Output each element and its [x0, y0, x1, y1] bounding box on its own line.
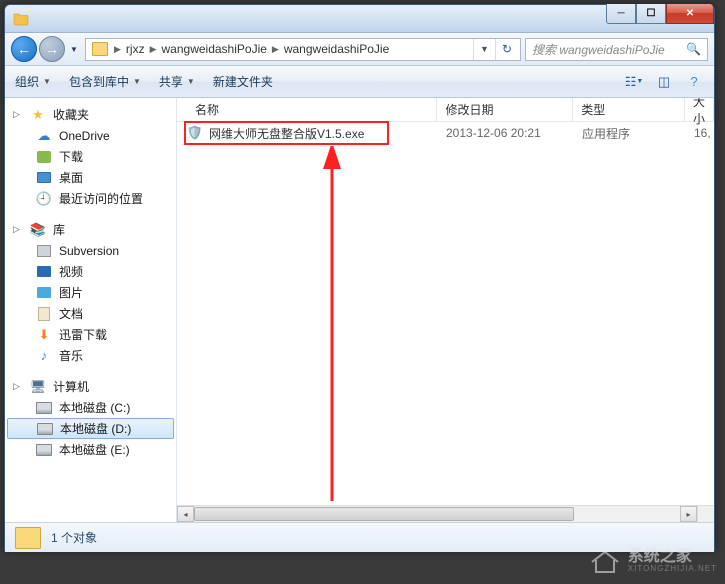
include-library-button[interactable]: 包含到库中▼: [69, 73, 141, 90]
sidebar-libraries[interactable]: ▷📚库: [5, 219, 176, 240]
search-icon[interactable]: 🔍: [686, 42, 701, 56]
maximize-button[interactable]: ☐: [636, 4, 666, 24]
address-bar[interactable]: ▶ rjxz ▶ wangweidashiPoJie ▶ wangweidash…: [85, 38, 521, 61]
file-list: 名称 修改日期 类型 大小 🛡️ 网维大师无盘整合版V1.5.exe 2013-1…: [177, 98, 714, 522]
sidebar-item-onedrive[interactable]: ☁OneDrive: [5, 125, 176, 146]
watermark-logo-icon: [588, 546, 622, 576]
close-button[interactable]: ✕: [666, 4, 714, 24]
minimize-button[interactable]: ─: [606, 4, 636, 24]
breadcrumb-segment[interactable]: rjxz: [123, 42, 148, 56]
toolbar: 组织▼ 包含到库中▼ 共享▼ 新建文件夹 ☷ ▼ ◫ ?: [5, 66, 714, 98]
sidebar-item-thunder[interactable]: ⬇迅雷下载: [5, 324, 176, 345]
main-area: ▷★收藏夹 ☁OneDrive 下载 桌面 🕘最近访问的位置 ▷📚库 Subve…: [5, 98, 714, 522]
sidebar-item-drive-d[interactable]: 本地磁盘 (D:): [7, 418, 174, 439]
status-count: 1 个对象: [51, 529, 97, 546]
annotation-arrow-icon: [317, 146, 347, 506]
refresh-button[interactable]: ↻: [495, 39, 518, 60]
sidebar-item-music[interactable]: ♪音乐: [5, 345, 176, 366]
scroll-thumb[interactable]: [194, 507, 574, 521]
search-input[interactable]: 搜索 wangweidashiPoJie 🔍: [525, 38, 708, 61]
file-date: 2013-12-06 20:21: [438, 126, 574, 140]
sidebar-item-pictures[interactable]: 图片: [5, 282, 176, 303]
sidebar: ▷★收藏夹 ☁OneDrive 下载 桌面 🕘最近访问的位置 ▷📚库 Subve…: [5, 98, 177, 522]
sidebar-item-documents[interactable]: 文档: [5, 303, 176, 324]
sidebar-item-drive-c[interactable]: 本地磁盘 (C:): [5, 397, 176, 418]
sidebar-item-drive-e[interactable]: 本地磁盘 (E:): [5, 439, 176, 460]
titlebar[interactable]: ─ ☐ ✕: [5, 5, 714, 33]
chevron-right-icon[interactable]: ▶: [148, 44, 159, 55]
file-size: 16,: [686, 126, 714, 140]
file-type: 应用程序: [574, 125, 686, 142]
column-headers: 名称 修改日期 类型 大小: [177, 98, 714, 122]
sidebar-item-recent[interactable]: 🕘最近访问的位置: [5, 188, 176, 209]
sidebar-favorites[interactable]: ▷★收藏夹: [5, 104, 176, 125]
watermark-title: 系统之家: [628, 548, 717, 566]
column-type[interactable]: 类型: [573, 98, 685, 121]
watermark-url: XITONGZHIJIA.NET: [628, 565, 717, 574]
organize-button[interactable]: 组织▼: [15, 73, 51, 90]
search-placeholder: 搜索 wangweidashiPoJie: [532, 41, 665, 58]
view-options-button[interactable]: ☷ ▼: [624, 73, 644, 91]
scroll-right-button[interactable]: ▸: [680, 506, 697, 522]
folder-icon: [13, 11, 29, 27]
exe-icon: 🛡️: [187, 125, 203, 141]
folder-icon: [15, 527, 41, 549]
sidebar-computer[interactable]: ▷🖥计算机: [5, 376, 176, 397]
breadcrumb-segment[interactable]: wangweidashiPoJie: [159, 42, 270, 56]
share-button[interactable]: 共享▼: [159, 73, 195, 90]
chevron-right-icon[interactable]: ▶: [112, 44, 123, 55]
history-dropdown[interactable]: ▼: [67, 39, 81, 59]
file-row[interactable]: 🛡️ 网维大师无盘整合版V1.5.exe 2013-12-06 20:21 应用程…: [177, 122, 714, 144]
sidebar-item-downloads[interactable]: 下载: [5, 146, 176, 167]
watermark: 系统之家 XITONGZHIJIA.NET: [588, 546, 717, 576]
folder-icon: [92, 42, 108, 56]
help-button[interactable]: ?: [684, 73, 704, 91]
sidebar-item-desktop[interactable]: 桌面: [5, 167, 176, 188]
sidebar-item-subversion[interactable]: Subversion: [5, 240, 176, 261]
explorer-window: ─ ☐ ✕ ← → ▼ ▶ rjxz ▶ wangweidashiPoJie ▶…: [4, 4, 715, 551]
scrollbar-corner: [697, 505, 714, 522]
navbar: ← → ▼ ▶ rjxz ▶ wangweidashiPoJie ▶ wangw…: [5, 33, 714, 66]
column-date[interactable]: 修改日期: [437, 98, 573, 121]
address-dropdown[interactable]: ▼: [473, 39, 495, 60]
file-name: 网维大师无盘整合版V1.5.exe: [209, 125, 364, 142]
horizontal-scrollbar[interactable]: ◂ ▸: [177, 505, 697, 522]
chevron-right-icon[interactable]: ▶: [270, 44, 281, 55]
back-button[interactable]: ←: [11, 36, 37, 62]
sidebar-item-videos[interactable]: 视频: [5, 261, 176, 282]
scroll-left-button[interactable]: ◂: [177, 506, 194, 522]
breadcrumb-segment[interactable]: wangweidashiPoJie: [281, 42, 392, 56]
column-size[interactable]: 大小: [685, 98, 714, 121]
new-folder-button[interactable]: 新建文件夹: [213, 73, 273, 90]
preview-pane-button[interactable]: ◫: [654, 73, 674, 91]
forward-button[interactable]: →: [39, 36, 65, 62]
column-name[interactable]: 名称: [177, 98, 437, 121]
